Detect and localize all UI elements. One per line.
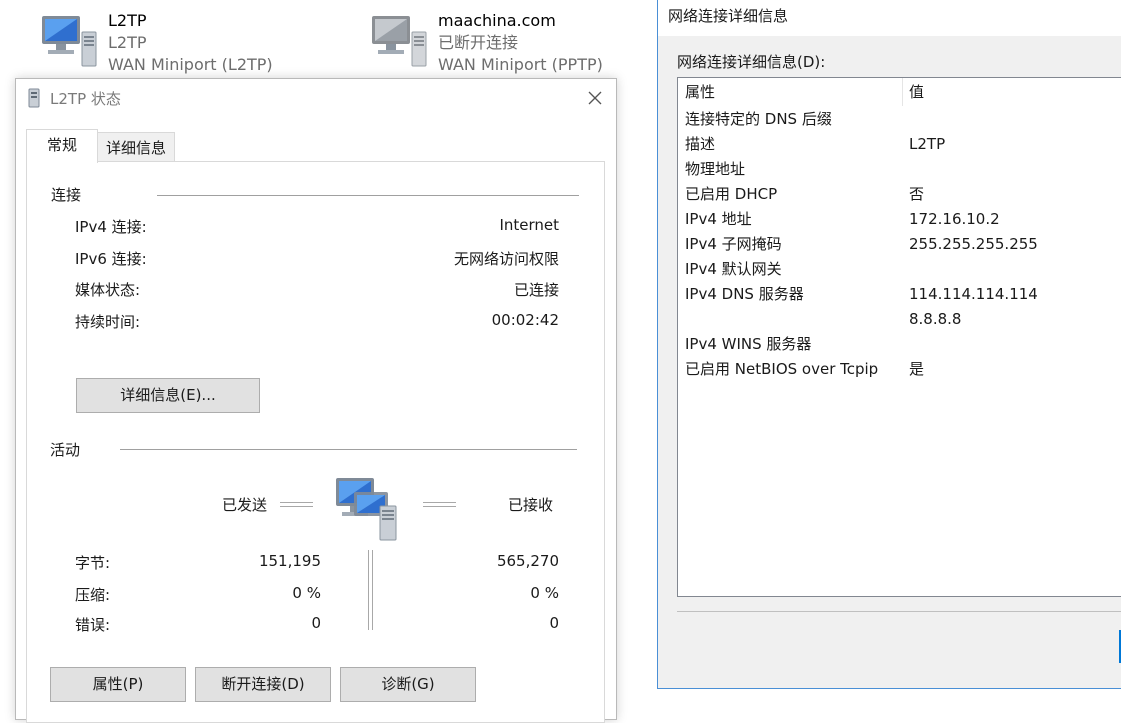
details-row[interactable]: 已启用 DHCP 否: [678, 182, 1121, 207]
details-property: IPv4 WINS 服务器: [685, 335, 812, 353]
details-value: 是: [909, 360, 925, 378]
connection-status: 已断开连接: [438, 33, 519, 52]
connection-name: L2TP: [108, 11, 147, 30]
details-row[interactable]: IPv4 WINS 服务器: [678, 332, 1121, 357]
errors-received-value: 0: [549, 614, 559, 632]
details-row[interactable]: 物理地址: [678, 157, 1121, 182]
details-property: 描述: [685, 135, 716, 153]
tab-general[interactable]: 常规: [26, 129, 98, 163]
connection-status: L2TP: [108, 33, 147, 52]
details-value: 8.8.8.8: [909, 310, 962, 328]
compression-label: 压缩:: [75, 586, 111, 604]
compression-sent-value: 0 %: [292, 584, 321, 602]
details-row[interactable]: 连接特定的 DNS 后缀: [678, 107, 1121, 132]
details-separator: [677, 611, 1121, 612]
errors-sent-value: 0: [311, 614, 321, 632]
details-value: L2TP: [909, 135, 946, 153]
connection-tile-l2tp[interactable]: L2TP L2TP WAN Miniport (L2TP): [38, 4, 338, 79]
details-button[interactable]: 详细信息(E)...: [76, 378, 260, 413]
disconnect-button[interactable]: 断开连接(D): [195, 667, 331, 702]
general-tab-panel: 连接 IPv4 连接: Internet IPv6 连接: 无网络访问权限 媒体…: [26, 161, 605, 723]
details-value: 否: [909, 185, 925, 203]
details-property: 物理地址: [685, 160, 746, 178]
close-icon[interactable]: [586, 89, 604, 107]
activity-group-title: 活动: [50, 441, 81, 459]
ipv4-connection-value: Internet: [499, 216, 559, 234]
network-details-dialog: 网络连接详细信息 网络连接详细信息(D): 属性 值 连接特定的 DNS 后缀 …: [657, 0, 1121, 689]
connection-group-title: 连接: [51, 186, 82, 204]
details-row[interactable]: 已启用 NetBIOS over Tcpip 是: [678, 357, 1121, 382]
bytes-sent-value: 151,195: [258, 552, 321, 570]
media-state-label: 媒体状态:: [75, 281, 141, 299]
bytes-label: 字节:: [75, 554, 111, 572]
column-header-value[interactable]: 值: [909, 78, 924, 106]
details-list[interactable]: 属性 值 连接特定的 DNS 后缀 描述 L2TP 物理地址 已启用 DHCP …: [677, 77, 1121, 597]
details-property: 连接特定的 DNS 后缀: [685, 110, 832, 128]
column-header-property[interactable]: 属性: [685, 78, 715, 106]
details-property: IPv4 子网掩码: [685, 235, 782, 253]
details-property: IPv4 DNS 服务器: [685, 285, 804, 303]
compression-received-value: 0 %: [530, 584, 559, 602]
received-line: [423, 502, 456, 507]
errors-label: 错误:: [75, 616, 111, 634]
details-row[interactable]: IPv4 默认网关: [678, 257, 1121, 282]
details-row[interactable]: IPv4 子网掩码 255.255.255.255: [678, 232, 1121, 257]
details-row[interactable]: 描述 L2TP: [678, 132, 1121, 157]
tab-details[interactable]: 详细信息: [97, 132, 175, 164]
sent-label: 已发送: [222, 496, 268, 514]
network-connection-icon: [372, 16, 427, 67]
l2tp-status-dialog: L2TP 状态 常规 详细信息 连接 IPv4 连接: Internet IPv…: [15, 78, 617, 723]
details-value: 172.16.10.2: [909, 210, 1000, 228]
details-property: 已启用 NetBIOS over Tcpip: [685, 360, 879, 378]
network-connection-icon: [42, 16, 97, 67]
details-dialog-title: 网络连接详细信息: [668, 7, 789, 25]
details-row[interactable]: IPv4 DNS 服务器 114.114.114.114: [678, 282, 1121, 307]
details-row[interactable]: IPv4 地址 172.16.10.2: [678, 207, 1121, 232]
network-activity-icon: [336, 478, 397, 541]
column-divider[interactable]: [902, 78, 903, 106]
duration-value: 00:02:42: [491, 311, 559, 329]
details-row[interactable]: 8.8.8.8: [678, 307, 1121, 332]
details-property: 已启用 DHCP: [685, 185, 778, 203]
sent-line: [280, 502, 313, 507]
connection-tile-maachina[interactable]: maachina.com 已断开连接 WAN Miniport (PPTP): [368, 4, 648, 79]
connection-name: maachina.com: [438, 11, 556, 30]
received-label: 已接收: [508, 496, 554, 514]
details-list-label: 网络连接详细信息(D):: [677, 53, 826, 71]
details-value: 255.255.255.255: [909, 235, 1038, 253]
group-divider: [157, 195, 579, 196]
group-divider: [120, 449, 577, 450]
connection-device: WAN Miniport (PPTP): [438, 55, 603, 74]
ipv6-connection-value: 无网络访问权限: [453, 250, 559, 268]
diagnose-button[interactable]: 诊断(G): [340, 667, 476, 702]
bytes-received-value: 565,270: [496, 552, 559, 570]
properties-button[interactable]: 属性(P): [50, 667, 186, 702]
details-property: IPv4 地址: [685, 210, 752, 228]
status-dialog-title: L2TP 状态: [50, 90, 121, 108]
network-connection-icon: [28, 88, 40, 108]
details-value: 114.114.114.114: [909, 285, 1038, 303]
details-property: IPv4 默认网关: [685, 260, 782, 278]
duration-label: 持续时间:: [75, 313, 141, 331]
activity-divider: [368, 550, 373, 630]
ipv4-connection-label: IPv4 连接:: [75, 218, 147, 236]
connection-device: WAN Miniport (L2TP): [108, 55, 273, 74]
details-title-bar[interactable]: 网络连接详细信息: [658, 0, 1121, 36]
status-title-bar[interactable]: L2TP 状态: [16, 79, 616, 117]
media-state-value: 已连接: [513, 281, 559, 299]
ipv6-connection-label: IPv6 连接:: [75, 250, 147, 268]
